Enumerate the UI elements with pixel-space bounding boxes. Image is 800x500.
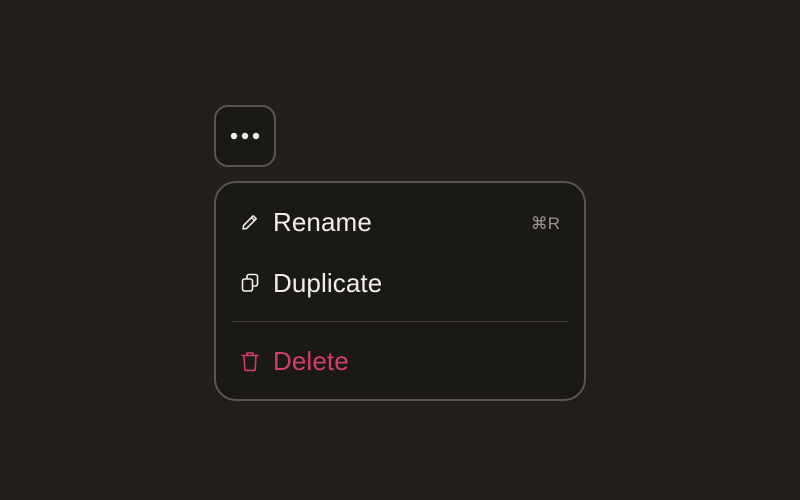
menu-item-rename[interactable]: Rename ⌘R bbox=[232, 197, 568, 247]
copy-icon bbox=[239, 272, 261, 294]
menu-item-label: Duplicate bbox=[273, 267, 383, 298]
menu-divider bbox=[232, 321, 568, 322]
more-options-button[interactable] bbox=[214, 105, 276, 167]
menu-item-label: Delete bbox=[273, 345, 349, 376]
menu-item-duplicate[interactable]: Duplicate bbox=[232, 258, 568, 308]
stage: Rename ⌘R Duplicate Delete bbox=[0, 0, 800, 500]
menu-item-delete[interactable]: Delete bbox=[232, 336, 568, 386]
context-menu: Rename ⌘R Duplicate Delete bbox=[214, 181, 586, 401]
menu-item-label: Rename bbox=[273, 206, 372, 237]
trash-icon bbox=[239, 350, 261, 372]
keyboard-shortcut: ⌘R bbox=[530, 214, 560, 233]
more-horizontal-icon bbox=[230, 132, 260, 140]
pencil-icon bbox=[239, 211, 261, 233]
